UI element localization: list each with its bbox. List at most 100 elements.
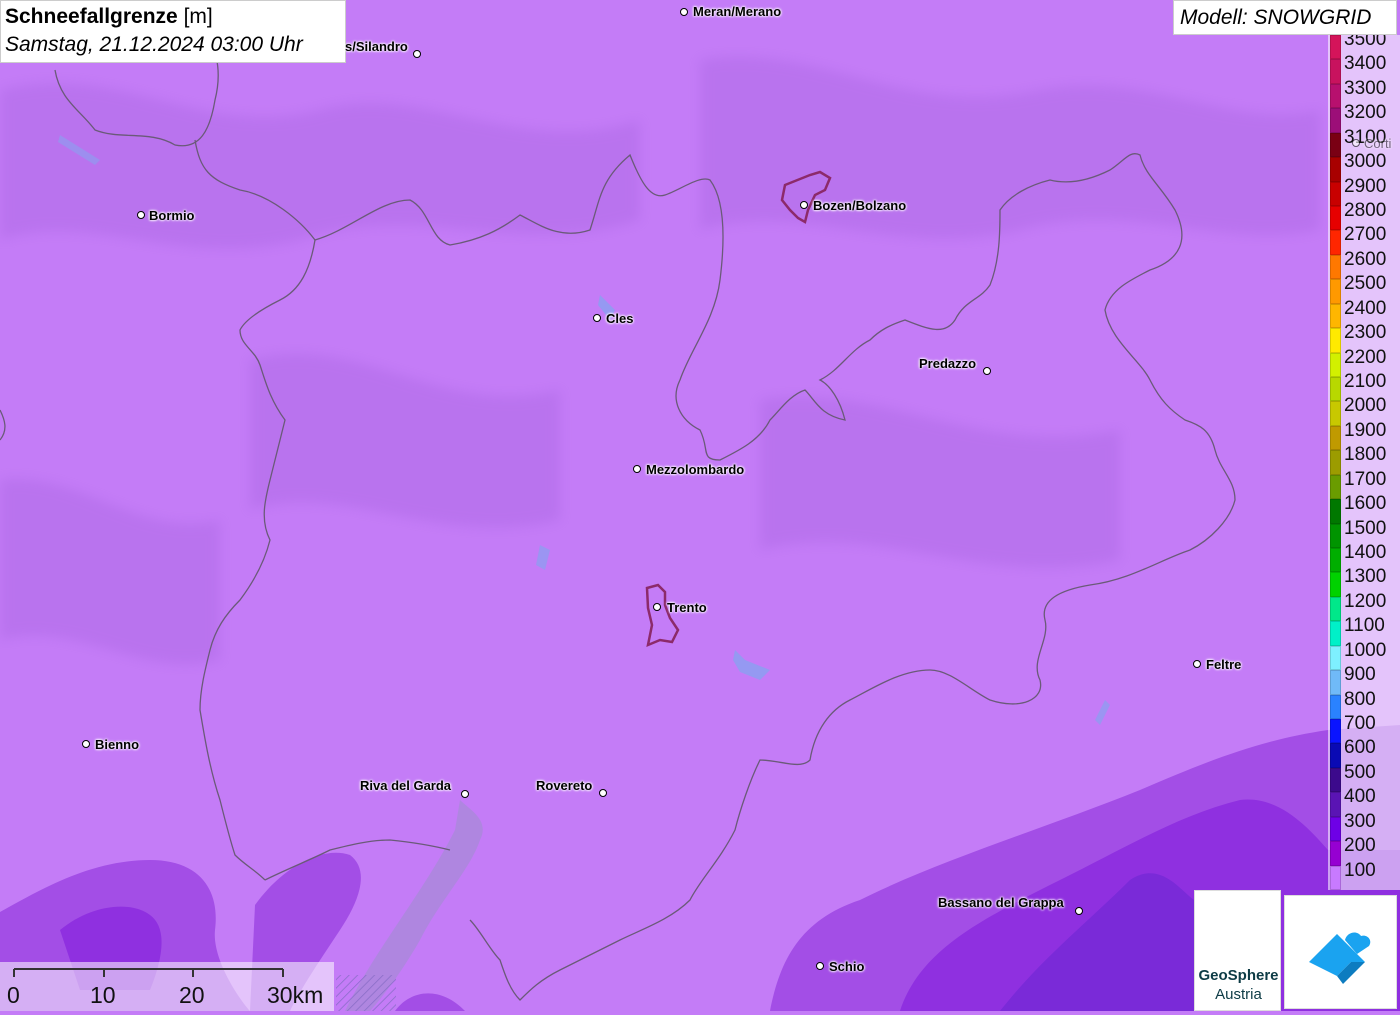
legend-item: 100 [1328,858,1400,890]
city-marker-trento[interactable] [653,603,661,611]
city-label-cortina[interactable]: Corti [1364,136,1391,151]
legend-label: 2800 [1344,200,1387,221]
legend-item: 1400 [1328,540,1400,573]
city-marker-schio[interactable] [816,962,824,970]
city-label-bormio[interactable]: Bormio [149,208,195,223]
legend-label: 1700 [1344,468,1387,490]
legend-item: 3000 [1328,149,1400,182]
legend-label: 1000 [1344,639,1387,661]
legend-label: 1200 [1344,590,1387,612]
legend-item: 2000 [1328,393,1400,426]
city-label-riva[interactable]: Riva del Garda [360,778,451,793]
legend-label: 3400 [1344,53,1387,75]
legend-label: 400 [1344,786,1376,808]
model-label: Modell: SNOWGRID [1173,0,1397,35]
map-title-bold: Schneefallgrenze [5,5,178,28]
city-marker-feltre[interactable] [1193,660,1201,668]
city-marker-bormio[interactable] [137,211,145,219]
city-marker-bolzano[interactable] [800,201,808,209]
geosphere-logo-line1: GeoSphere [1198,967,1279,984]
legend-label: 2700 [1344,224,1387,246]
legend-label: 2000 [1344,395,1387,417]
city-label-trento[interactable]: Trento [667,600,707,615]
legend-item: 2400 [1328,296,1400,329]
city-label-meran[interactable]: Meran/Merano [693,4,781,19]
city-label-feltre[interactable]: Feltre [1206,657,1241,672]
city-label-rovereto[interactable]: Rovereto [536,778,592,793]
legend-label: 900 [1344,664,1376,686]
city-label-bienno[interactable]: Bienno [95,737,139,752]
legend-item: 2500 [1328,271,1400,304]
legend-item: 2800 [1328,198,1400,231]
hatched-area [336,975,396,1011]
city-label-bassano[interactable]: Bassano del Grappa [938,895,1064,910]
city-marker-meran[interactable] [680,8,688,16]
city-label-silandro[interactable]: s/Silandro [345,39,408,54]
legend-label: 1300 [1344,566,1387,588]
legend-item: 700 [1328,711,1400,744]
city-label-bolzano[interactable]: Bozen/Bolzano [813,198,906,213]
legend-swatch [1330,865,1341,890]
legend-item: 2900 [1328,174,1400,206]
scale-label-30: 30km [267,982,324,1008]
legend-item: 1300 [1328,564,1400,597]
legend-item: 400 [1328,784,1400,817]
legend-item: 2200 [1328,345,1400,377]
city-marker-silandro[interactable] [413,50,421,58]
legend-item: 1600 [1328,491,1400,524]
scale-bar: 0 10 20 30km [0,962,334,1011]
city-marker-cortina[interactable] [1352,139,1360,147]
legend-label: 1600 [1344,493,1387,515]
legend-label: 2600 [1344,248,1387,270]
legend-item: 800 [1328,687,1400,719]
city-marker-riva[interactable] [461,790,469,798]
city-label-cles[interactable]: Cles [606,311,633,326]
legend-item: 3500 [1328,35,1400,60]
legend-label: 2900 [1344,175,1387,197]
legend-item: 1000 [1328,638,1400,671]
city-marker-bienno[interactable] [82,740,90,748]
legend-label: 1800 [1344,444,1387,466]
legend-item: 2100 [1328,369,1400,402]
color-legend: 3500 3400 3300 3200 3100 3000 2900 2800 2700 2600… [1328,35,1400,890]
legend-item: 3400 [1328,51,1400,84]
legend-label: 3500 [1344,35,1387,50]
legend-label: 2500 [1344,273,1387,295]
city-marker-cles[interactable] [593,314,601,322]
legend-item: 600 [1328,735,1400,768]
legend-label: 3200 [1344,102,1387,124]
legend-label: 1500 [1344,517,1387,539]
legend-item: 3200 [1328,100,1400,133]
legend-item: 900 [1328,662,1400,695]
legend-label: 2300 [1344,322,1387,344]
city-marker-rovereto[interactable] [599,789,607,797]
legend-label: 1100 [1344,615,1385,637]
legend-label: 2100 [1344,371,1387,392]
legend-label: 200 [1344,835,1376,857]
legend-item: 300 [1328,809,1400,842]
geosphere-logo[interactable]: GeoSphere Austria [1194,890,1281,1011]
city-label-mezzolombardo[interactable]: Mezzolombardo [646,462,744,477]
legend-label: 3000 [1344,151,1387,173]
map-title-unit: [m] [183,5,213,28]
legend-item: 500 [1328,760,1400,793]
app-logo[interactable] [1284,895,1397,1009]
city-marker-predazzo[interactable] [983,367,991,375]
legend-item: 1200 [1328,589,1400,622]
legend-label: 300 [1344,810,1376,832]
legend-label: 800 [1344,688,1376,710]
city-marker-bassano[interactable] [1075,907,1083,915]
legend-item: 2700 [1328,222,1400,255]
city-marker-mezzolombardo[interactable] [633,465,641,473]
legend-label: 700 [1344,713,1376,734]
city-label-predazzo[interactable]: Predazzo [919,356,976,371]
legend-item: 2300 [1328,320,1400,353]
map-datetime: Samstag, 21.12.2024 03:00 Uhr [5,33,303,56]
legend-label: 600 [1344,737,1376,759]
legend-item: 1900 [1328,418,1400,451]
legend-label: 3300 [1344,77,1387,99]
city-label-schio[interactable]: Schio [829,959,864,974]
map-canvas[interactable] [0,0,1400,1011]
legend-item: 1800 [1328,442,1400,475]
geosphere-logo-line2: Austria [1215,986,1262,1003]
